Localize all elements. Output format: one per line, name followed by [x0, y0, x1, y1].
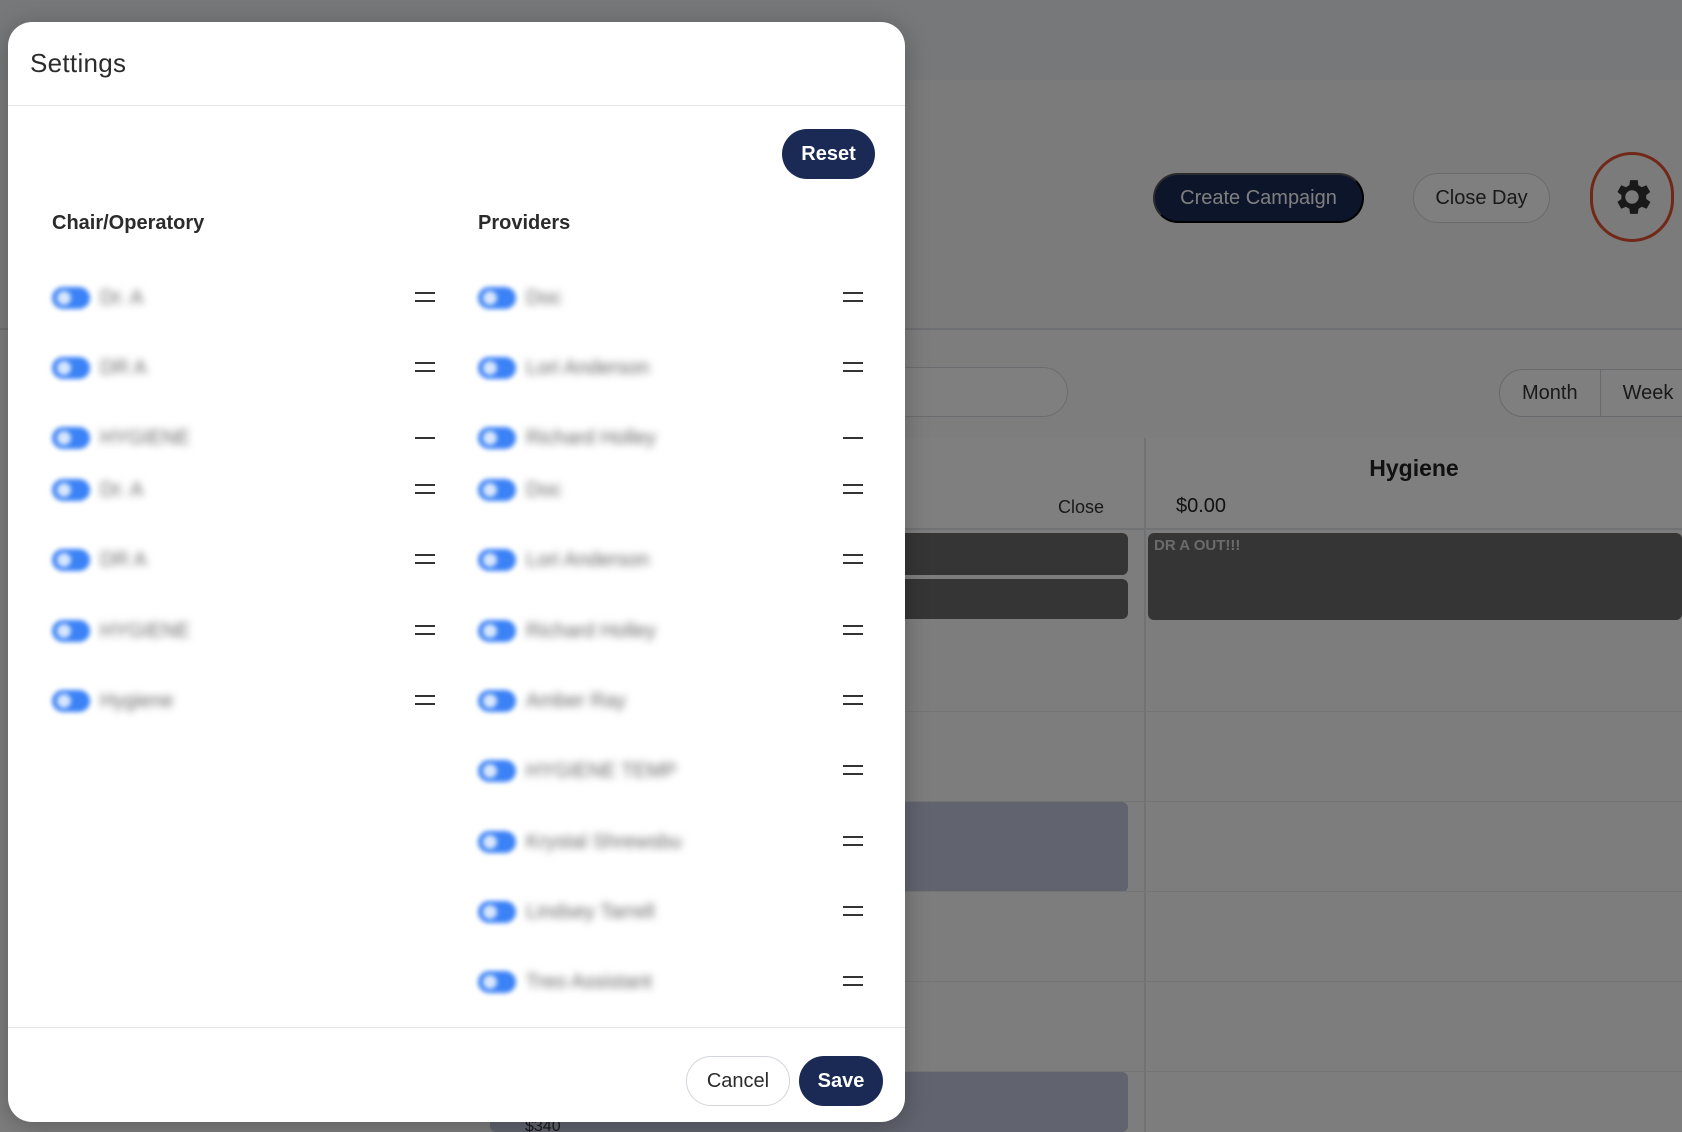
- chair-operatory-heading: Chair/Operatory: [52, 212, 205, 234]
- visibility-toggle[interactable]: [52, 357, 90, 379]
- reset-button[interactable]: Reset: [782, 129, 875, 179]
- provider-name: Doc: [526, 287, 562, 309]
- providers-heading: Providers: [478, 212, 571, 234]
- chair-row: DR A: [52, 349, 447, 389]
- visibility-toggle[interactable]: [478, 901, 516, 923]
- visibility-toggle[interactable]: [478, 760, 516, 782]
- visibility-toggle[interactable]: [478, 831, 516, 853]
- drag-handle-icon[interactable]: [415, 292, 435, 302]
- visibility-toggle[interactable]: [478, 620, 516, 642]
- visibility-toggle[interactable]: [52, 479, 90, 501]
- modal-header: Settings: [8, 22, 905, 106]
- drag-handle-icon[interactable]: [415, 484, 435, 494]
- visibility-toggle[interactable]: [478, 287, 516, 309]
- chair-row: Dr. A: [52, 471, 447, 511]
- drag-handle-icon[interactable]: [843, 362, 863, 372]
- drag-handle-icon[interactable]: [843, 484, 863, 494]
- chair-name: HYGIENE: [100, 620, 191, 642]
- drag-handle-icon[interactable]: [843, 906, 863, 916]
- chair-row: Hygiene: [52, 682, 447, 722]
- drag-handle-icon[interactable]: [843, 836, 863, 846]
- chair-row: HYGIENE: [52, 419, 447, 459]
- provider-name: Lori Anderson: [526, 549, 650, 571]
- drag-handle-icon[interactable]: [415, 362, 435, 372]
- save-button[interactable]: Save: [799, 1056, 883, 1106]
- provider-row: Krystal Shrewsbu: [478, 823, 875, 863]
- visibility-toggle[interactable]: [52, 287, 90, 309]
- drag-handle-icon[interactable]: [415, 695, 435, 705]
- provider-name: Lindsey Tarrell: [526, 901, 655, 923]
- drag-handle-icon[interactable]: [415, 554, 435, 564]
- chair-name: DR A: [100, 549, 147, 571]
- provider-name: Lori Anderson: [526, 357, 650, 379]
- visibility-toggle[interactable]: [478, 357, 516, 379]
- visibility-toggle[interactable]: [478, 427, 516, 449]
- chair-name: Dr. A: [100, 287, 144, 309]
- provider-name: HYGIENE TEMP: [526, 760, 677, 782]
- settings-modal: Settings Reset Chair/Operatory Providers…: [8, 22, 905, 1122]
- provider-row: Richard Holley: [478, 419, 875, 459]
- provider-row: Lori Anderson: [478, 541, 875, 581]
- provider-name: Doc: [526, 479, 562, 501]
- provider-row: Lindsey Tarrell: [478, 893, 875, 933]
- provider-row: HYGIENE TEMP: [478, 752, 875, 792]
- provider-row: Treo Assistant: [478, 963, 875, 1003]
- provider-row: Doc: [478, 279, 875, 319]
- chair-name: Hygiene: [100, 690, 174, 712]
- visibility-toggle[interactable]: [52, 620, 90, 642]
- visibility-toggle[interactable]: [478, 690, 516, 712]
- provider-row: Lori Anderson: [478, 349, 875, 389]
- visibility-toggle[interactable]: [478, 479, 516, 501]
- drag-handle-icon[interactable]: [843, 292, 863, 302]
- chair-name: DR A: [100, 357, 147, 379]
- cancel-button[interactable]: Cancel: [686, 1056, 790, 1106]
- provider-row: Richard Holley: [478, 612, 875, 652]
- visibility-toggle[interactable]: [478, 549, 516, 571]
- provider-name: Krystal Shrewsbu: [526, 831, 682, 853]
- drag-handle-icon[interactable]: [415, 437, 435, 439]
- drag-handle-icon[interactable]: [843, 976, 863, 986]
- provider-name: Richard Holley: [526, 427, 657, 449]
- provider-row: Amber Ray: [478, 682, 875, 722]
- modal-footer: Cancel Save: [8, 1027, 905, 1122]
- chair-row: HYGIENE: [52, 612, 447, 652]
- visibility-toggle[interactable]: [52, 549, 90, 571]
- chair-row: DR A: [52, 541, 447, 581]
- drag-handle-icon[interactable]: [415, 625, 435, 635]
- provider-row: Doc: [478, 471, 875, 511]
- chair-name: HYGIENE: [100, 427, 191, 449]
- provider-name: Richard Holley: [526, 620, 657, 642]
- provider-name: Treo Assistant: [526, 971, 652, 993]
- modal-title: Settings: [30, 48, 127, 78]
- chair-name: Dr. A: [100, 479, 144, 501]
- chair-row: Dr. A: [52, 279, 447, 319]
- drag-handle-icon[interactable]: [843, 554, 863, 564]
- provider-name: Amber Ray: [526, 690, 627, 712]
- drag-handle-icon[interactable]: [843, 625, 863, 635]
- visibility-toggle[interactable]: [52, 690, 90, 712]
- drag-handle-icon[interactable]: [843, 437, 863, 439]
- visibility-toggle[interactable]: [52, 427, 90, 449]
- visibility-toggle[interactable]: [478, 971, 516, 993]
- drag-handle-icon[interactable]: [843, 695, 863, 705]
- drag-handle-icon[interactable]: [843, 765, 863, 775]
